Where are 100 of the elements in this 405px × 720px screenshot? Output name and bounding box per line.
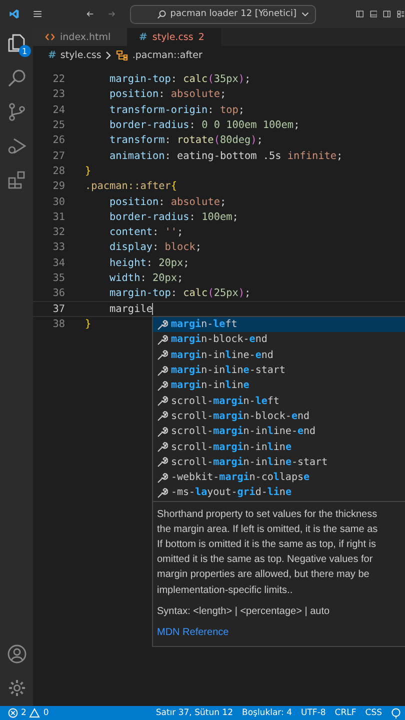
line-number: 26	[52, 135, 65, 146]
warning-icon	[29, 708, 40, 718]
syntax-text: Syntax: <length> | <percentage> | auto	[157, 606, 331, 617]
line-number: 23	[52, 89, 65, 100]
indentation-status[interactable]: Boşluklar: 4	[242, 708, 292, 718]
line-number: 29	[52, 181, 65, 192]
wrench-icon	[156, 318, 168, 331]
editor-tab[interactable]: index.html	[33, 28, 127, 46]
editor-tab[interactable]: # style.css 2	[127, 28, 221, 46]
code-line: transform-origin: top;	[108, 104, 244, 116]
html-file-icon	[45, 32, 55, 42]
wrench-icon	[156, 426, 168, 438]
code-line: transform: rotate(80deg);	[108, 135, 263, 146]
wrench-icon	[156, 380, 168, 392]
chevron-down-icon[interactable]	[300, 10, 309, 18]
line-number: 24	[52, 104, 65, 116]
cursor-position[interactable]: Satır 37, Sütun 12	[156, 708, 233, 718]
source-control-icon[interactable]	[6, 102, 26, 122]
wrench-icon	[156, 395, 168, 408]
wrench-icon	[156, 410, 168, 422]
search-icon[interactable]	[6, 68, 26, 88]
code-line: display: block;	[108, 242, 202, 254]
line-number: 25	[52, 120, 65, 132]
panel-layout-icon[interactable]	[370, 8, 378, 20]
suggestion-item[interactable]: margin-inline-end	[153, 348, 405, 363]
line-number: 32	[52, 227, 65, 238]
error-icon	[8, 708, 18, 718]
line-number: 37	[52, 304, 65, 315]
problems-status[interactable]: 2 0	[8, 708, 49, 718]
notification-badge: 1	[18, 45, 30, 57]
description-line: the margin area. If left is omitted, it is the same as	[157, 522, 379, 537]
line-number: 27	[52, 150, 65, 162]
suggestion-item[interactable]: -ms-layout-grid-line	[153, 485, 405, 501]
line-ending-status[interactable]: CRLF	[334, 708, 356, 718]
extensions-icon[interactable]	[6, 170, 26, 190]
wrench-icon	[156, 364, 168, 377]
code-line: .pacman::after{	[85, 181, 178, 192]
line-number: 35	[52, 273, 65, 284]
code-line: border-radius: 0 0 100em 100em;	[108, 120, 300, 132]
suggestion-item[interactable]: margin-block-end	[153, 332, 405, 348]
chevron-icon	[105, 50, 112, 60]
suggestion-item[interactable]: margin-left	[153, 317, 405, 332]
suggestion-item[interactable]: margin-inline-start	[153, 362, 405, 378]
suggestion-item[interactable]: scroll-margin-inline	[153, 439, 405, 455]
symbol-icon	[116, 49, 128, 61]
suggestion-item[interactable]: scroll-margin-left	[153, 393, 405, 409]
settings-icon[interactable]	[6, 678, 26, 698]
wrench-icon	[156, 456, 168, 468]
breadcrumb-item[interactable]: style.css	[60, 50, 102, 60]
suggestion-item[interactable]: scroll-margin-inline-start	[153, 454, 405, 470]
css-file-icon: #	[139, 32, 148, 42]
line-number: 30	[52, 196, 65, 208]
code-line: height: 20px;	[108, 258, 190, 269]
error-count: 2	[21, 708, 26, 718]
language-mode[interactable]: CSS	[365, 708, 382, 718]
line-number: 33	[52, 242, 65, 254]
line-number: 38	[52, 318, 65, 330]
code-line: width: 20px;	[108, 273, 184, 284]
sidebar-layout-icon[interactable]	[356, 8, 364, 20]
description-line: omitted it is the same as top. Negative values for	[157, 553, 374, 568]
suggestion-item[interactable]: -webkit-margin-collapse	[153, 470, 405, 486]
wrench-icon	[156, 486, 168, 499]
wrench-icon	[156, 441, 168, 454]
menu-icon[interactable]	[33, 8, 42, 20]
description-line: margin properties are allowed, but there may be	[157, 568, 370, 582]
line-number: 34	[52, 258, 65, 269]
command-search-field[interactable]: pacman loader 12 [Yönetici]	[130, 4, 316, 24]
description-line: If bottom is omitted it is the same as top, if right is	[157, 538, 377, 552]
suggestion-item[interactable]: margin-inline	[153, 378, 405, 394]
problem-count: 2	[198, 32, 204, 42]
code-line: position: absolute;	[108, 89, 226, 100]
code-line: animation: eating-bottom .5s infinite;	[108, 150, 343, 162]
search-icon	[156, 8, 166, 20]
code-line: }	[85, 318, 92, 330]
description-line: Shorthand property to set values for the thickness	[157, 508, 378, 522]
code-line: border-radius: 100em;	[108, 212, 238, 223]
breadcrumb-item[interactable]: .pacman::after	[132, 50, 202, 60]
code-line: margin-top: calc(25px);	[108, 288, 251, 300]
code-line: }	[85, 166, 92, 177]
line-number: 36	[52, 288, 65, 300]
code-line: position: absolute;	[108, 196, 226, 208]
wrench-icon	[156, 334, 168, 346]
run-debug-icon[interactable]	[6, 136, 26, 156]
suggestion-item[interactable]: scroll-margin-block-end	[153, 408, 405, 424]
wrench-icon	[156, 472, 168, 484]
description-line: implementation-specific limits..	[157, 584, 294, 598]
line-number: 22	[52, 74, 65, 86]
line-number: 28	[52, 166, 65, 177]
customize-layout-icon[interactable]	[397, 8, 405, 20]
feedback-icon[interactable]	[391, 708, 401, 718]
mdn-reference-link[interactable]: MDN Reference	[157, 626, 229, 638]
warning-count: 0	[43, 708, 49, 718]
account-icon[interactable]	[6, 644, 26, 664]
code-line: content: '';	[108, 227, 184, 238]
explorer-icon[interactable]	[6, 32, 28, 54]
css-file-icon: #	[48, 50, 56, 60]
encoding-status[interactable]: UTF-8	[301, 708, 326, 718]
line-number: 31	[52, 212, 65, 223]
suggestion-item[interactable]: scroll-margin-inline-end	[153, 424, 405, 440]
split-layout-icon[interactable]	[383, 8, 392, 20]
